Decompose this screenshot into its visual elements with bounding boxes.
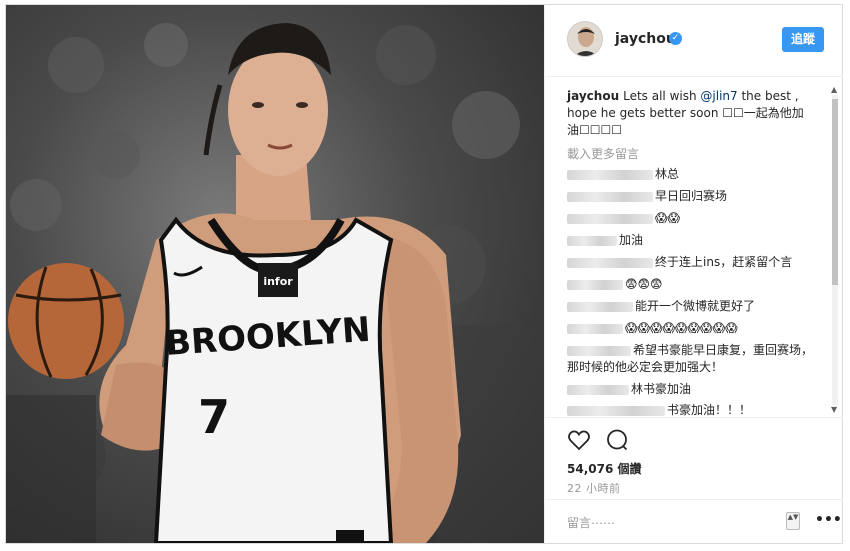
caption-username[interactable]: jaychou	[567, 89, 619, 103]
header-username[interactable]: jaychou	[615, 31, 676, 47]
comment-item: 书豪加油！！！	[567, 402, 815, 417]
comment-item: 希望书豪能早日康复，重回赛场，那时候的他必定会更加强大！	[567, 342, 815, 376]
post-actions: 54,076 個讚 22 小時前	[545, 417, 843, 507]
comment-item: 😱😱	[567, 210, 815, 227]
jersey-number-text: 7	[198, 390, 230, 444]
add-comment-input[interactable]: 留言⋯⋯	[567, 514, 615, 531]
redacted-username	[567, 213, 653, 224]
redacted-username	[567, 301, 633, 312]
avatar-image	[568, 22, 602, 56]
comments-scrollbar[interactable]: ▲ ▼	[830, 85, 840, 415]
comment-item: 能开一个微博就更好了	[567, 298, 815, 315]
scroll-thumb[interactable]	[832, 99, 838, 285]
heart-icon-svg	[568, 430, 590, 451]
avatar[interactable]	[567, 21, 603, 57]
comment-item: 早日回归赛场	[567, 188, 815, 205]
load-more-comments-link[interactable]: 載入更多留言	[567, 145, 639, 162]
comment-text: 书豪加油！！！	[667, 403, 752, 417]
post-photo[interactable]: infor BROOKLYN 7	[6, 5, 544, 543]
comment-text: 早日回归赛场	[655, 189, 728, 203]
scroll-down-arrow-icon[interactable]: ▼	[831, 405, 837, 414]
comment-text: 终于连上ins，赶紧留个言	[655, 255, 793, 269]
photo-illustration: infor BROOKLYN 7	[6, 23, 544, 543]
add-comment-bar: 留言⋯⋯ ▲▼ •••	[545, 499, 843, 543]
redacted-username	[567, 345, 631, 356]
post-frame: infor BROOKLYN 7 jaychou ✓ 追蹤 jaychou Le…	[5, 4, 843, 544]
comment-item: 😱😱😱😱😱😱😱😱😱	[567, 320, 815, 337]
comment-item: 😨😨😨	[567, 276, 815, 293]
basketball	[8, 263, 124, 379]
post-side-panel: jaychou ✓ 追蹤 jaychou Lets all wish @jlin7…	[544, 5, 843, 543]
likes-count[interactable]: 54,076 個讚	[567, 460, 642, 477]
follow-button[interactable]: 追蹤	[782, 27, 824, 52]
post-timestamp[interactable]: 22 小時前	[567, 480, 621, 496]
jersey-logo-text: infor	[263, 275, 293, 288]
comments-list[interactable]: jaychou Lets all wish @jlin7 the best , h…	[545, 77, 843, 417]
comment-bubble-icon[interactable]	[605, 428, 629, 452]
comment-item: 林书豪加油	[567, 381, 815, 398]
verified-badge-icon: ✓	[669, 32, 682, 45]
comment-item: 终于连上ins，赶紧留个言	[567, 254, 815, 271]
redacted-username	[567, 191, 653, 202]
comment-text: 加油	[619, 233, 644, 247]
comment-item: 林总	[567, 166, 815, 183]
redacted-username	[567, 169, 653, 180]
comment-text: 林总	[655, 167, 680, 181]
redacted-username	[567, 384, 629, 395]
caption-text-before: Lets all wish	[623, 89, 701, 103]
spinner-arrows-icon[interactable]: ▲▼	[786, 512, 800, 530]
post-header: jaychou ✓ 追蹤	[545, 5, 843, 77]
redacted-username	[567, 235, 617, 246]
redacted-username	[567, 279, 623, 290]
comment-icon-svg	[607, 429, 628, 451]
redacted-username	[567, 323, 623, 334]
comment-text: 林书豪加油	[631, 382, 692, 396]
redacted-username	[567, 405, 665, 416]
comment-text: 能开一个微博就更好了	[635, 299, 756, 313]
more-options-icon[interactable]: •••	[815, 512, 842, 528]
post-caption: jaychou Lets all wish @jlin7 the best , h…	[567, 88, 815, 139]
scroll-up-arrow-icon[interactable]: ▲	[831, 85, 837, 94]
caption-mention-link[interactable]: @jlin7	[700, 89, 737, 103]
redacted-username	[567, 257, 653, 268]
comment-item: 加油	[567, 232, 815, 249]
comment-text: 😱😱😱😱😱😱😱😱😱	[625, 321, 738, 335]
comment-text: 😨😨😨	[625, 277, 663, 291]
comment-text: 😱😱	[655, 211, 681, 225]
like-heart-icon[interactable]	[567, 428, 591, 452]
